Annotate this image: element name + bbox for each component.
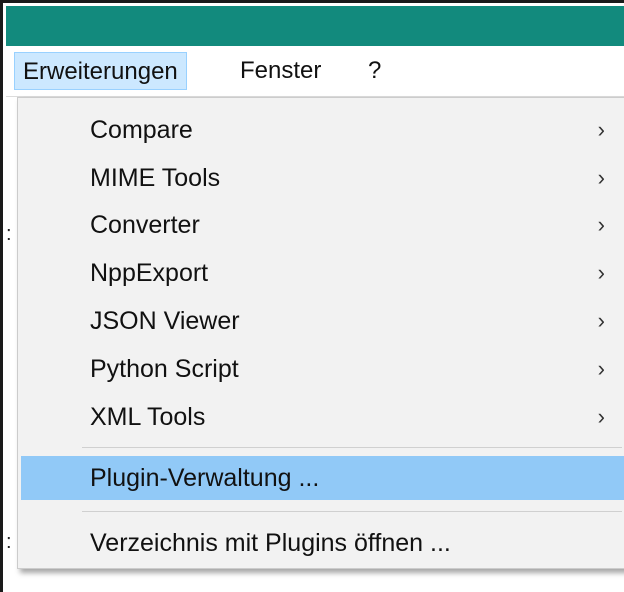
editor-edge-mark: : [6, 223, 12, 245]
chevron-right-icon: › [597, 404, 605, 429]
menu-item-label: JSON Viewer [90, 307, 240, 335]
menu-item-xml-tools[interactable]: XML Tools › [21, 395, 624, 439]
menu-item-label: XML Tools [90, 403, 206, 431]
editor-edge-mark: : [6, 531, 12, 553]
menu-item-label: Python Script [90, 355, 239, 383]
menu-item-open-plugins-folder[interactable]: Verzeichnis mit Plugins öffnen ... [21, 521, 624, 565]
menu-item-mime-tools[interactable]: MIME Tools › [21, 156, 624, 200]
chevron-right-icon: › [597, 260, 605, 285]
menu-erweiterungen[interactable]: Erweiterungen [14, 52, 187, 90]
erweiterungen-dropdown-menu: Compare › MIME Tools › Converter › NppEx… [17, 97, 624, 569]
menu-item-plugin-verwaltung[interactable]: Plugin-Verwaltung ... [21, 456, 624, 500]
menu-item-json-viewer[interactable]: JSON Viewer › [21, 299, 624, 343]
menu-item-label: NppExport [90, 259, 209, 287]
menu-fenster[interactable]: Fenster [232, 52, 329, 90]
menu-item-converter[interactable]: Converter › [21, 203, 624, 247]
menu-item-label: Verzeichnis mit Plugins öffnen ... [90, 529, 451, 557]
application-window: Erweiterungen Fenster ? : : Compare › MI… [0, 0, 624, 592]
menu-item-label: MIME Tools [90, 164, 221, 192]
menu-help[interactable]: ? [360, 52, 389, 90]
menu-item-compare[interactable]: Compare › [21, 108, 624, 152]
menu-item-nppexport[interactable]: NppExport › [21, 251, 624, 295]
chevron-right-icon: › [597, 165, 605, 190]
menu-item-label: Compare [90, 116, 193, 144]
menu-item-label: Plugin-Verwaltung ... [90, 464, 320, 492]
chevron-right-icon: › [597, 356, 605, 381]
chevron-right-icon: › [597, 308, 605, 333]
menu-separator [82, 447, 622, 448]
menu-item-python-script[interactable]: Python Script › [21, 347, 624, 391]
menu-item-label: Converter [90, 211, 200, 239]
title-bar [6, 6, 624, 46]
menu-separator [82, 511, 622, 512]
chevron-right-icon: › [597, 117, 605, 142]
chevron-right-icon: › [597, 212, 605, 237]
menu-bar: Erweiterungen Fenster ? [6, 46, 624, 97]
